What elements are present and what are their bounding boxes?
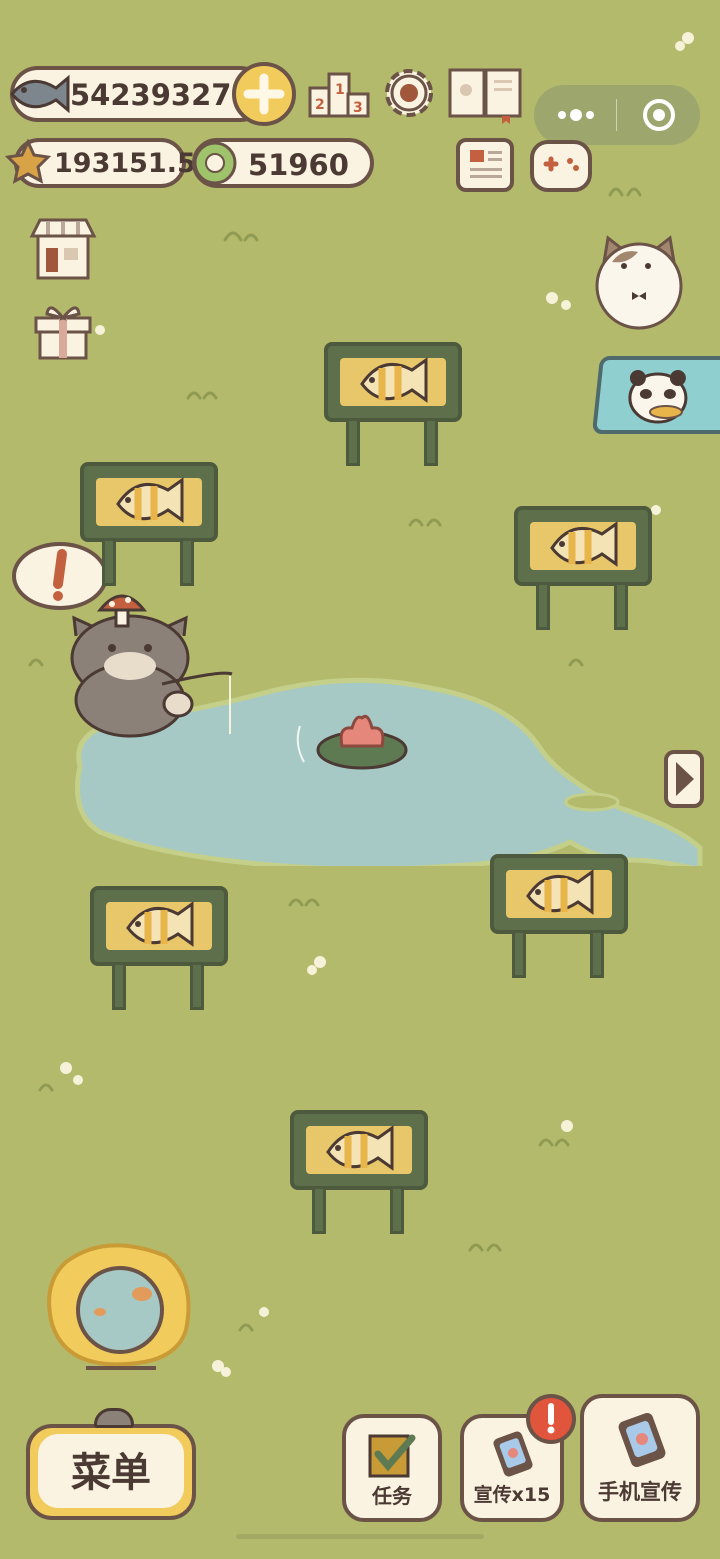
svg-text:1: 1 xyxy=(335,82,345,98)
next-area-arrow[interactable] xyxy=(664,750,704,808)
news-icon xyxy=(470,150,502,178)
butterflyfish-icon xyxy=(326,1125,394,1171)
butterflyfish-icon xyxy=(526,869,594,915)
phone-promote-button[interactable]: 手机宣传 xyxy=(580,1394,700,1522)
lily-pad-flower xyxy=(316,714,408,770)
fish-bowl[interactable] xyxy=(46,1232,196,1382)
promote-alert-badge xyxy=(526,1394,576,1444)
gift-button[interactable] xyxy=(30,298,96,362)
tasks-button[interactable]: 任务 xyxy=(342,1414,442,1522)
exclamation-icon xyxy=(547,1403,555,1434)
clipboard-clip xyxy=(94,1408,134,1428)
shop-icon xyxy=(29,218,97,280)
arrow-right-icon xyxy=(676,762,694,796)
fish-sign-1[interactable] xyxy=(324,342,462,466)
tasks-label: 任务 xyxy=(372,1484,412,1508)
phone-icon xyxy=(618,1412,666,1468)
target-icon xyxy=(643,99,675,131)
menu-button[interactable]: 菜单 xyxy=(26,1424,196,1520)
butterflyfish-icon xyxy=(116,477,184,523)
fish-sign-2[interactable] xyxy=(80,462,218,586)
star-icon xyxy=(4,138,52,184)
panda-event-banner[interactable] xyxy=(591,356,720,434)
fishing-cat[interactable] xyxy=(66,588,246,748)
handbook-button[interactable] xyxy=(446,62,524,124)
panda-icon xyxy=(628,370,688,424)
close-miniprogram-button[interactable] xyxy=(617,85,700,145)
fish-sign-3[interactable] xyxy=(514,506,652,630)
ring-count: 51960 xyxy=(248,148,349,182)
settings-gear-icon xyxy=(385,69,433,117)
butterflyfish-icon xyxy=(550,521,618,567)
star-count: 193151.5 xyxy=(54,148,196,179)
minigame-button[interactable] xyxy=(530,140,592,192)
phone-promote-label: 手机宣传 xyxy=(598,1480,682,1504)
svg-text:2: 2 xyxy=(315,97,325,113)
fish-count: 54239327 xyxy=(70,78,232,112)
home-indicator xyxy=(236,1534,484,1539)
fish-sign-5[interactable] xyxy=(90,886,228,1010)
news-button[interactable] xyxy=(456,138,514,192)
calico-cat-npc[interactable] xyxy=(592,232,686,332)
add-fish-button[interactable] xyxy=(232,62,296,126)
svg-text:3: 3 xyxy=(353,100,363,116)
miniprogram-capsule xyxy=(534,85,700,145)
gamepad-icon xyxy=(543,156,579,172)
settings-button[interactable] xyxy=(378,62,440,124)
checklist-icon xyxy=(368,1434,416,1478)
menu-label: 菜单 xyxy=(71,1450,151,1496)
butterflyfish-icon xyxy=(126,901,194,947)
more-dots-icon xyxy=(558,109,594,121)
more-button[interactable] xyxy=(534,85,616,145)
fish-sign-6[interactable] xyxy=(290,1110,428,1234)
book-icon xyxy=(448,68,522,124)
fish-icon xyxy=(10,74,70,114)
shop-button[interactable] xyxy=(26,214,100,284)
fish-sign-4[interactable] xyxy=(490,854,628,978)
gift-icon xyxy=(34,306,92,360)
ring-icon xyxy=(193,141,237,185)
butterflyfish-icon xyxy=(360,357,428,403)
leaderboard-button[interactable]: 2 1 3 xyxy=(306,64,372,122)
game-stage: 54239327 193151.5 51960 2 1 3 菜单 任务 宣传x1… xyxy=(0,0,720,1559)
plus-icon xyxy=(243,73,285,115)
leaderboard-icon: 2 1 3 xyxy=(308,72,370,118)
promote-label: 宣传x15 xyxy=(473,1484,551,1506)
